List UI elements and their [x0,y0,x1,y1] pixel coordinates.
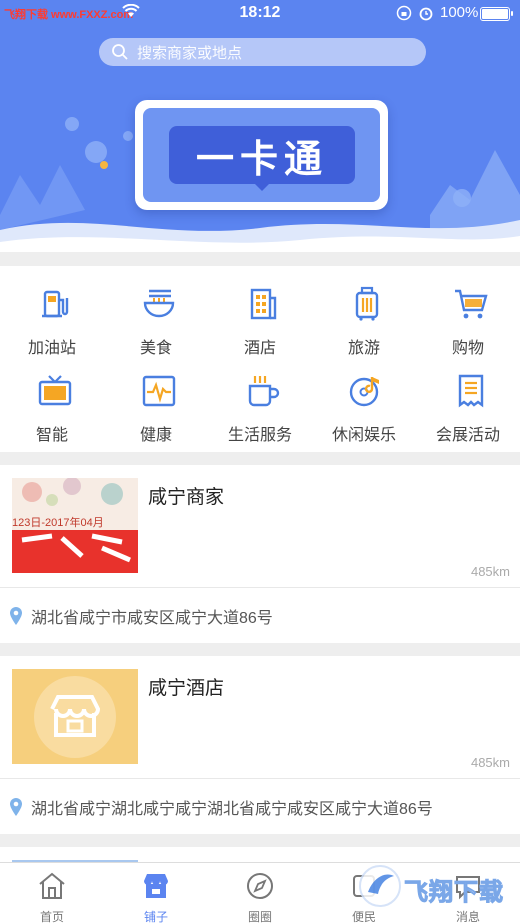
watermark-logo: 飞翔下载 [356,862,520,924]
gas-station-icon [42,290,69,318]
tab-circle[interactable]: 圈圈 [208,863,312,924]
category-label: 智能 [35,427,68,444]
location-pin-icon [10,798,22,816]
shop-address-row[interactable]: 湖北省咸宁湖北咸宁咸宁湖北省咸宁咸安区咸宁大道86号 [0,779,520,835]
shop-name: 咸宁酒店 [148,678,225,699]
banner-title: 一卡通 [169,126,355,191]
category-life-service[interactable]: 生活服务 [208,353,312,444]
battery-percent: 100% [440,4,479,21]
compass-icon [247,873,273,899]
category-label: 会展活动 [435,427,500,444]
search-icon [112,44,128,60]
shop-icon [144,874,168,898]
banner-card[interactable]: 一卡通 [135,100,388,210]
shop-thumbnail: 123日-2017年04月 [12,478,138,573]
category-label: 休闲娱乐 [331,427,396,444]
category-gas-station[interactable]: 加油站 [0,266,104,357]
noodle-bowl-icon [143,289,175,318]
shopping-cart-icon [455,289,488,319]
category-health[interactable]: 健康 [104,353,208,444]
tv-icon [38,375,72,406]
category-shopping[interactable]: 购物 [416,266,520,357]
battery-icon [480,7,513,21]
tab-shop[interactable]: 铺子 [104,863,208,924]
category-travel[interactable]: 旅游 [312,266,416,357]
location-pin-icon [10,607,22,625]
tab-home[interactable]: 首页 [0,863,104,924]
luggage-icon [355,286,379,321]
shop-address: 湖北省咸宁湖北咸宁咸宁湖北省咸宁咸安区咸宁大道86号 [31,801,433,818]
tab-label: 铺子 [143,910,168,924]
orientation-lock-icon [396,5,412,21]
shop-distance: 485km [470,755,510,770]
status-bar: 飞翔下载 www.FXXZ.com 18:12 100% [0,0,520,28]
receipt-icon [458,374,484,408]
hotel-building-icon [250,288,277,320]
banner-card-inner: 一卡通 [143,108,380,202]
search-input[interactable]: 搜索商家或地点 [99,38,426,66]
category-label: 健康 [139,427,172,444]
header-banner: 飞翔下载 www.FXXZ.com 18:12 100% 搜索商家或地点 一卡通 [0,0,520,252]
category-leisure[interactable]: 休闲娱乐 [312,353,416,444]
alarm-icon [419,7,433,21]
category-hotel[interactable]: 酒店 [208,266,312,357]
coffee-cup-icon [248,376,280,407]
category-exhibition[interactable]: 会展活动 [416,353,520,444]
shop-address: 湖北省咸宁市咸安区咸宁大道86号 [31,610,273,627]
category-grid: 加油站 美食 酒店 旅游 购物 智能 健康 生活服务 休闲娱乐 会展活动 [0,266,520,452]
tab-label: 圈圈 [247,910,272,924]
home-icon [39,872,65,899]
shop-card[interactable]: 123日-2017年04月 咸宁商家 485km 湖北省咸宁市咸安区咸宁大道86… [0,465,520,643]
shop-card[interactable]: 咸宁酒店 485km 湖北省咸宁湖北咸宁咸宁湖北省咸宁咸安区咸宁大道86号 [0,656,520,834]
watermark-logo-text: 飞翔下载 [404,879,504,907]
shop-thumbnail [12,669,138,764]
music-disc-icon [349,377,379,407]
tab-label: 首页 [39,910,64,924]
shop-thumbnail-text: 123日-2017年04月 [12,517,104,529]
category-label: 生活服务 [227,427,292,444]
shop-name: 咸宁商家 [148,487,225,508]
heartbeat-monitor-icon [142,375,176,407]
shop-distance: 485km [470,564,510,579]
search-placeholder: 搜索商家或地点 [137,44,243,62]
category-smart[interactable]: 智能 [0,353,104,444]
shop-address-row[interactable]: 湖北省咸宁市咸安区咸宁大道86号 [0,588,520,644]
category-food[interactable]: 美食 [104,266,208,357]
